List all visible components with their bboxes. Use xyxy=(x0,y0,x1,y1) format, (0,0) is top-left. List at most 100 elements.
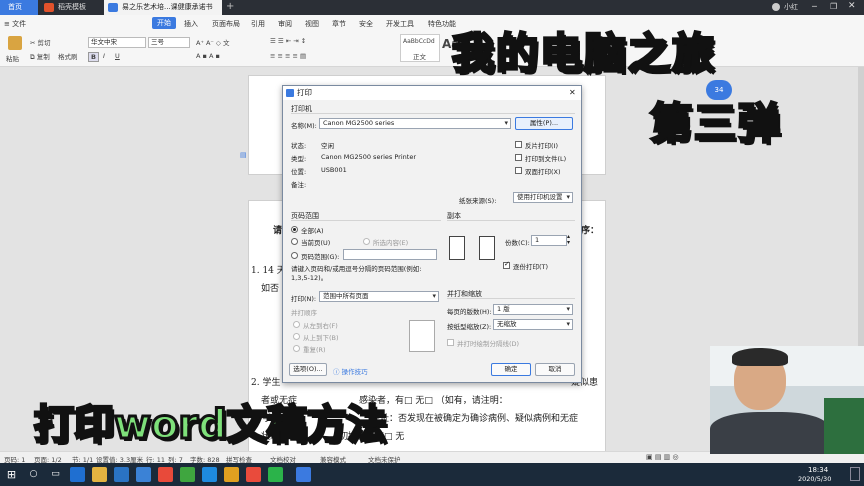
avatar[interactable] xyxy=(772,3,780,11)
range-pages-label: 页码范围(G): xyxy=(301,253,340,261)
style-normal[interactable]: AaBbCcDd 正文 xyxy=(400,34,440,62)
cut-button[interactable]: ✂ 剪切 xyxy=(30,37,51,47)
options-button[interactable]: 选项(O)... xyxy=(289,363,327,376)
mail-icon[interactable] xyxy=(136,467,151,482)
menu-start[interactable]: 开始 xyxy=(152,17,176,29)
paper-source-select[interactable]: 使用打印机设置 xyxy=(513,192,573,203)
tips-link[interactable]: ⓘ 操作技巧 xyxy=(333,366,368,376)
windows-start-icon[interactable]: ⊞ xyxy=(4,467,19,482)
style-preview: AaBbCcDd xyxy=(403,38,435,45)
type-value: Canon MG2500 series Printer xyxy=(321,153,416,161)
reverse-print-label: 反片打印(I) xyxy=(525,142,558,150)
duplex-label: 双面打印(X) xyxy=(525,168,561,176)
paste-icon[interactable] xyxy=(8,36,22,50)
edge-icon[interactable] xyxy=(70,467,85,482)
menu-section[interactable]: 章节 xyxy=(332,19,346,29)
status-value: 空闲 xyxy=(321,142,334,150)
font-size-select[interactable]: 三号 xyxy=(148,37,190,48)
range-selection-radio[interactable] xyxy=(363,238,370,245)
underline-button[interactable]: U xyxy=(115,52,120,60)
taskbar: ⊞ ○ ▭ 18:34 2020/5/30 xyxy=(0,463,864,486)
bold-button[interactable]: B xyxy=(88,52,99,62)
app-icon[interactable] xyxy=(180,467,195,482)
app-icon[interactable] xyxy=(202,467,217,482)
maximize-icon[interactable]: ❐ xyxy=(830,2,837,11)
paste-button[interactable]: 粘贴 xyxy=(6,53,19,63)
page-range-input[interactable] xyxy=(343,249,437,260)
menu-security[interactable]: 安全 xyxy=(359,19,373,29)
doc-qr-text: 请 xyxy=(273,226,283,236)
align-icons[interactable]: ≡ ≡ ≡ ≡ ▤ xyxy=(270,52,306,60)
menu-review[interactable]: 审阅 xyxy=(278,19,292,29)
cancel-button[interactable]: 取消 xyxy=(535,363,575,376)
tab-home[interactable]: 首页 xyxy=(0,0,38,15)
view-mode-icons[interactable]: ▣ ▤ ▥ ◎ xyxy=(646,453,679,461)
draw-lines-checkbox[interactable] xyxy=(447,339,454,346)
name-label: 名称(M): xyxy=(291,122,317,130)
italic-button[interactable]: I xyxy=(103,52,105,60)
scale-select[interactable]: 无缩放 xyxy=(493,319,573,330)
menu-references[interactable]: 引用 xyxy=(251,19,265,29)
order-lr-radio[interactable] xyxy=(293,321,300,328)
properties-button[interactable]: 属性(P)... xyxy=(515,117,573,130)
ok-button[interactable]: 确定 xyxy=(491,363,531,376)
wechat-icon[interactable] xyxy=(268,467,283,482)
copies-stepper[interactable]: ▴ ▾ xyxy=(567,234,570,246)
range-selection-label: 所选内容(E) xyxy=(373,239,409,247)
collate-checkbox[interactable] xyxy=(503,260,510,269)
tab-document[interactable]: 易之乐艺术培...课健康承诺书 xyxy=(104,0,222,15)
search-icon[interactable]: ○ xyxy=(26,467,41,482)
wps-writer-icon[interactable] xyxy=(296,467,311,482)
clock-time: 18:34 xyxy=(808,466,829,474)
range-all-radio[interactable] xyxy=(291,226,298,233)
collate-label: 逐份打印(T) xyxy=(513,263,549,271)
doc-right-fragment-2: 序： xyxy=(581,226,600,236)
divider xyxy=(447,220,575,221)
new-tab-icon[interactable]: + xyxy=(226,1,234,12)
app-icon[interactable] xyxy=(158,467,173,482)
info-icon: ⓘ xyxy=(333,368,342,376)
divider xyxy=(291,220,441,221)
dialog-close-icon[interactable]: ✕ xyxy=(569,86,576,100)
tab-docer[interactable]: 稻壳模板 xyxy=(40,0,102,15)
range-current-radio[interactable] xyxy=(291,238,298,245)
menu-insert[interactable]: 插入 xyxy=(184,19,198,29)
font-color-icon[interactable]: A ▪ A ▪ xyxy=(196,52,220,60)
list-icons[interactable]: ☰ ☰ ⇤ ⇥ ↕ xyxy=(270,37,306,45)
copies-input[interactable]: 1 xyxy=(531,235,567,246)
dialog-title: 打印 xyxy=(297,88,312,97)
explorer-icon[interactable] xyxy=(92,467,107,482)
menu-developer[interactable]: 开发工具 xyxy=(386,19,414,29)
tab-docer-label: 稻壳模板 xyxy=(58,3,86,11)
menu-view[interactable]: 视图 xyxy=(305,19,319,29)
app-icon[interactable] xyxy=(246,467,261,482)
printer-select[interactable]: Canon MG2500 series xyxy=(319,118,511,129)
print-what-select[interactable]: 范围中所有页面 xyxy=(319,291,439,302)
notification-icon[interactable] xyxy=(850,467,860,481)
font-name-select[interactable]: 华文中宋 xyxy=(88,37,146,48)
order-repeat-radio[interactable] xyxy=(293,345,300,352)
copy-button[interactable]: ⧉ 复制 xyxy=(30,51,50,62)
range-pages-radio[interactable] xyxy=(291,252,298,259)
close-icon[interactable]: ✕ xyxy=(848,1,856,11)
type-label: 类型: xyxy=(291,155,307,163)
pages-per-sheet-select[interactable]: 1 版 xyxy=(493,304,573,315)
app-icon[interactable] xyxy=(224,467,239,482)
doc-nav-icon[interactable]: ▤ xyxy=(240,151,247,159)
doc-line-1: 1. 14 天 xyxy=(251,266,286,276)
menu-page-layout[interactable]: 页面布局 xyxy=(212,19,240,29)
store-icon[interactable] xyxy=(114,467,129,482)
title-overlay: 我的电脑之旅 xyxy=(450,28,717,80)
file-menu[interactable]: ≡ 文件 xyxy=(4,19,26,29)
location-value: USB001 xyxy=(321,166,347,174)
duplex-checkbox[interactable] xyxy=(515,167,522,174)
grow-font-icon[interactable]: A⁺ A⁻ ◇ 文 xyxy=(196,37,229,47)
paper-source-label: 纸张来源(S): xyxy=(459,197,497,205)
task-view-icon[interactable]: ▭ xyxy=(48,467,63,482)
format-painter-button[interactable]: 格式刷 xyxy=(58,51,78,61)
order-tb-radio[interactable] xyxy=(293,333,300,340)
minimize-icon[interactable]: ─ xyxy=(812,2,817,11)
webcam-plant xyxy=(824,398,864,454)
reverse-print-checkbox[interactable] xyxy=(515,141,522,148)
print-to-file-checkbox[interactable] xyxy=(515,154,522,161)
